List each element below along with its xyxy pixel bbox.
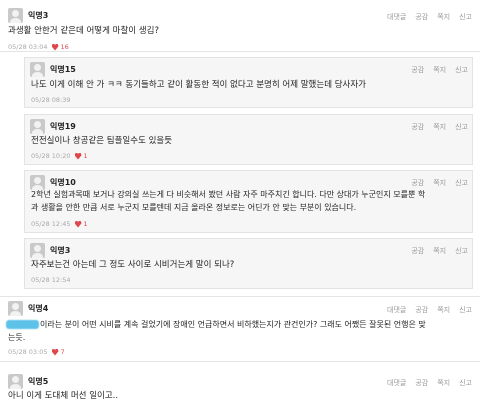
avatar <box>8 301 23 316</box>
like-button[interactable]: 공감 <box>411 178 424 188</box>
comment-nickname: 익명4 <box>28 304 49 313</box>
reply-meta: 05/28 12:45 1 <box>31 220 88 228</box>
comment-actions: 대댓글 공감 쪽지 신고 <box>387 12 472 22</box>
comment-time: 05/28 03:04 <box>8 43 48 51</box>
comment-nickname: 익명5 <box>28 377 49 386</box>
reply-time: 05/28 08:39 <box>31 96 71 104</box>
reply-time: 05/28 10:20 <box>31 152 71 160</box>
reply-header: 익명15 <box>30 62 76 77</box>
redacted-name <box>6 320 39 329</box>
comment-actions: 대댓글 공감 쪽지 신고 <box>387 305 472 315</box>
reply-actions: 공감 쪽지 신고 <box>411 178 468 188</box>
like-button[interactable]: 공감 <box>411 65 424 75</box>
reply-nickname: 익명3 <box>50 246 71 255</box>
avatar <box>30 62 45 77</box>
reply-text: 전전실이나 창공같은 팀플일수도 있을듯 <box>31 136 173 146</box>
reply-text-line-1: 2학년 실험과목때 보거나 강의실 쓰는게 다 비슷해서 봤던 사람 자주 마주… <box>31 190 426 199</box>
report-button[interactable]: 신고 <box>459 378 472 388</box>
message-button[interactable]: 쪽지 <box>433 65 446 75</box>
report-button[interactable]: 신고 <box>455 122 468 132</box>
reply-meta: 05/28 10:20 1 <box>31 152 88 160</box>
reply-header: 익명19 <box>30 119 76 134</box>
like-button[interactable]: 공감 <box>415 378 428 388</box>
reply-time: 05/28 12:54 <box>31 276 71 284</box>
reply-nickname: 익명15 <box>50 65 76 74</box>
reply-meta: 05/28 12:54 <box>31 276 71 284</box>
like-count: 1 <box>74 152 88 160</box>
comment-text-line-1: 이라는 분이 어떤 시비를 계속 걸었기에 장애인 언급하면서 비하했는지가 관… <box>6 318 426 332</box>
comment-meta: 05/28 03:04 16 <box>8 43 69 51</box>
comment-header: 익명4 <box>8 301 48 316</box>
avatar <box>8 374 23 389</box>
avatar <box>30 119 45 134</box>
comment-nickname: 익명3 <box>28 11 49 20</box>
report-button[interactable]: 신고 <box>455 65 468 75</box>
report-button[interactable]: 신고 <box>459 305 472 315</box>
like-button[interactable]: 공감 <box>411 122 424 132</box>
like-button[interactable]: 공감 <box>415 12 428 22</box>
comment-actions: 대댓글 공감 쪽지 신고 <box>387 378 472 388</box>
reply-meta: 05/28 08:39 <box>31 96 71 104</box>
message-button[interactable]: 쪽지 <box>437 378 450 388</box>
reply-time: 05/28 12:45 <box>31 220 71 228</box>
heart-icon <box>74 152 82 160</box>
reply-button[interactable]: 대댓글 <box>387 378 406 388</box>
like-count: 7 <box>51 348 65 356</box>
reply-text: 자주보는건 아는데 그 정도 사이로 시비거는게 말이 되나? <box>31 260 235 270</box>
report-button[interactable]: 신고 <box>459 12 472 22</box>
like-button[interactable]: 공감 <box>411 246 424 256</box>
comment-header: 익명3 <box>8 8 48 23</box>
comment-text: 아니 이게 도대체 머선 일이고.. <box>8 391 119 401</box>
comment-time: 05/28 03:05 <box>8 348 48 356</box>
message-button[interactable]: 쪽지 <box>433 178 446 188</box>
heart-icon <box>74 220 82 228</box>
avatar <box>8 8 23 23</box>
report-button[interactable]: 신고 <box>455 246 468 256</box>
reply-actions: 공감 쪽지 신고 <box>411 65 468 75</box>
message-button[interactable]: 쪽지 <box>437 12 450 22</box>
comment-text-line-2: 는듯. <box>8 333 26 342</box>
avatar <box>30 243 45 258</box>
reply-nickname: 익명10 <box>50 178 76 187</box>
reply-text: 나도 이게 이해 안 가 ㅋㅋ 동기들하고 같이 활동한 적이 없다고 분명히 … <box>31 80 366 90</box>
like-count: 1 <box>74 220 88 228</box>
heart-icon <box>51 348 59 356</box>
reply-button[interactable]: 대댓글 <box>387 12 406 22</box>
comment-text: 과생활 안한거 같은데 어떻게 마찰이 생김? <box>8 26 159 36</box>
report-button[interactable]: 신고 <box>455 178 468 188</box>
like-button[interactable]: 공감 <box>415 305 428 315</box>
reply-actions: 공감 쪽지 신고 <box>411 246 468 256</box>
reply-header: 익명3 <box>30 243 70 258</box>
reply-actions: 공감 쪽지 신고 <box>411 122 468 132</box>
message-button[interactable]: 쪽지 <box>433 122 446 132</box>
like-count: 16 <box>51 43 69 51</box>
reply-text-line-2: 과 생활을 안한 만큼 서로 누군지 모를텐데 지금 올라온 정보로는 어딘가 … <box>31 203 357 212</box>
message-button[interactable]: 쪽지 <box>437 305 450 315</box>
comment-header: 익명5 <box>8 374 48 389</box>
reply-button[interactable]: 대댓글 <box>387 305 406 315</box>
reply-nickname: 익명19 <box>50 122 76 131</box>
message-button[interactable]: 쪽지 <box>433 246 446 256</box>
comment-meta: 05/28 03:05 7 <box>8 348 65 356</box>
heart-icon <box>51 43 59 51</box>
